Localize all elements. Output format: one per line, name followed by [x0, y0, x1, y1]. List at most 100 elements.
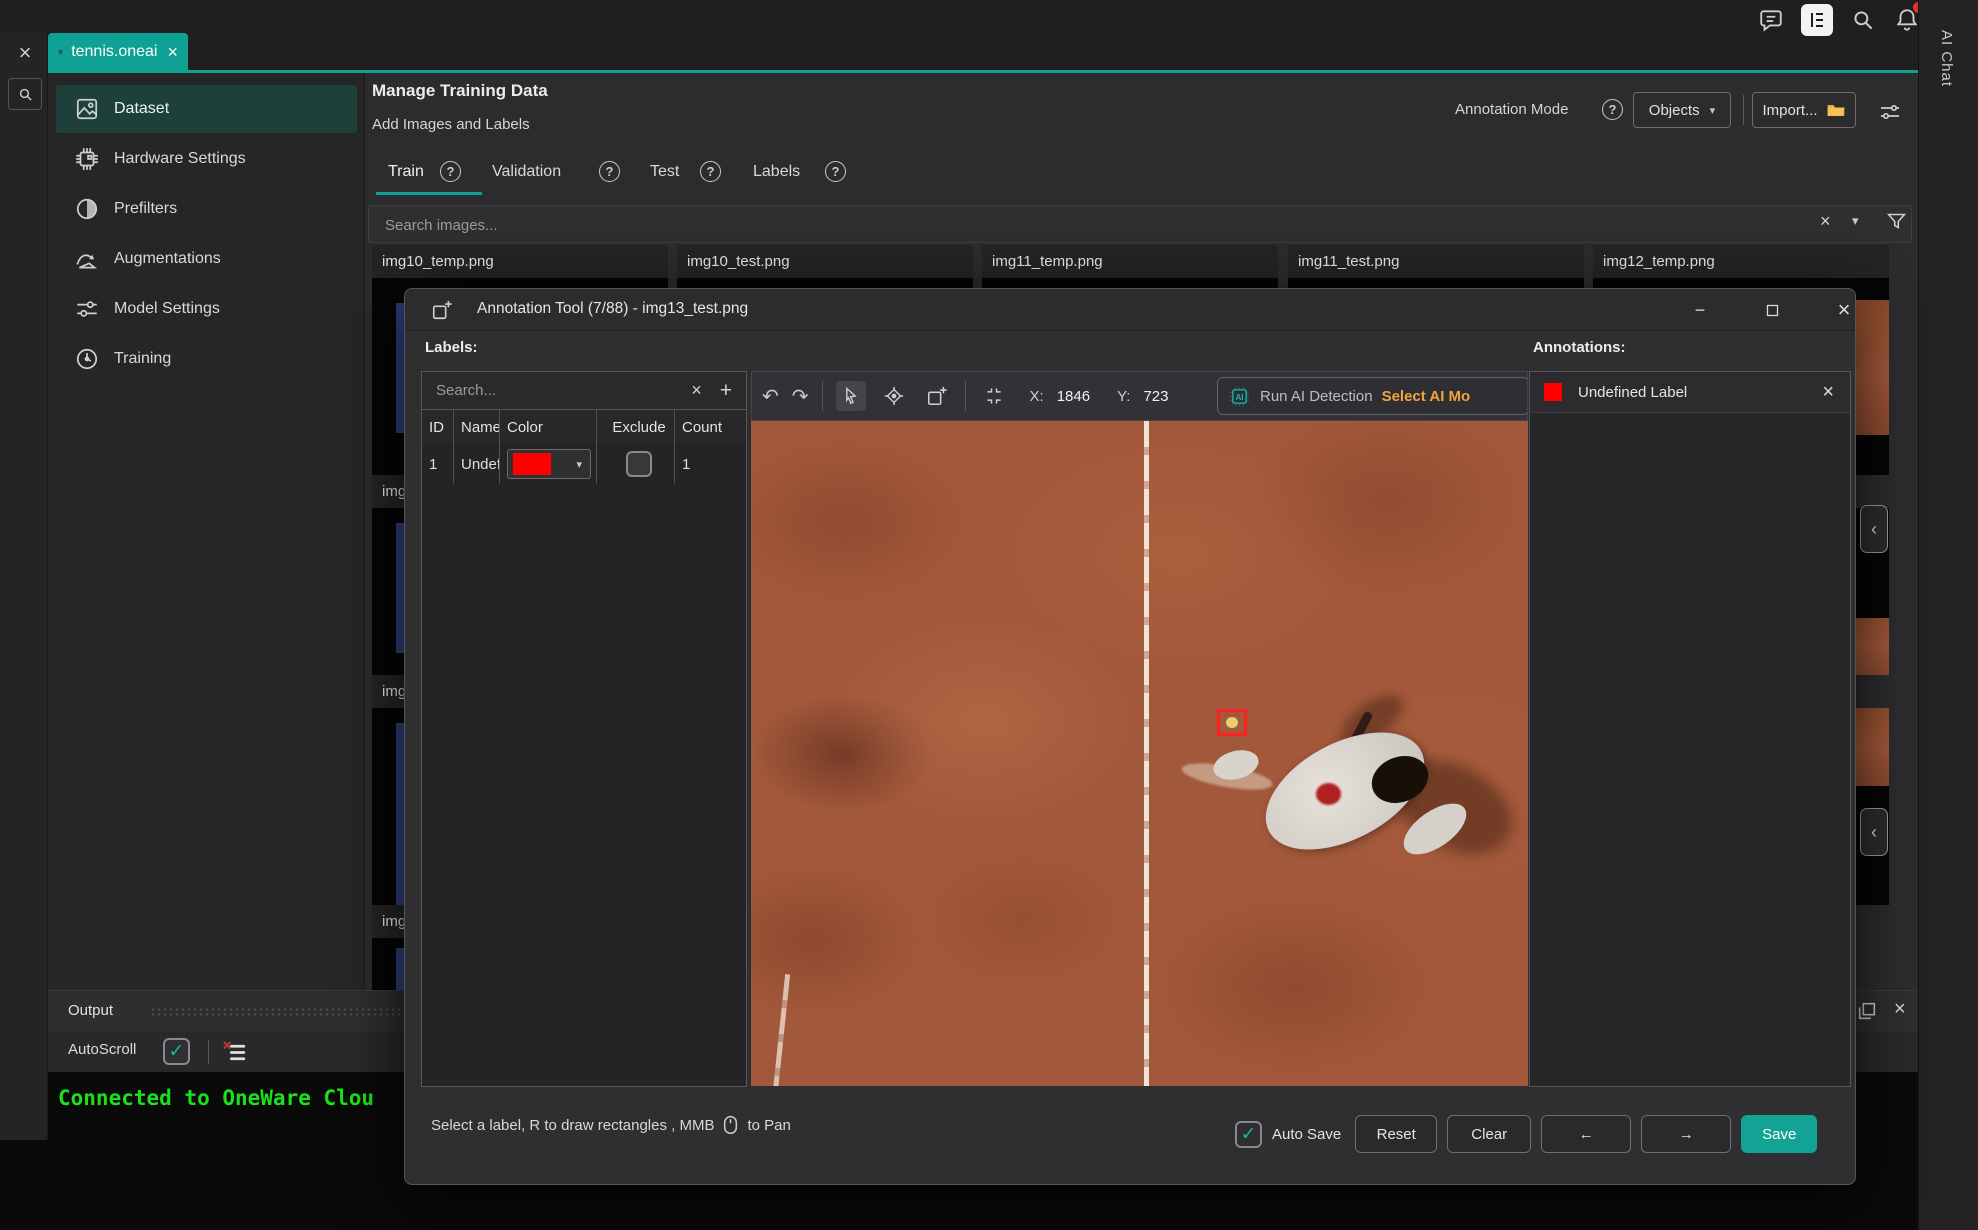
col-count[interactable]: Count: [675, 410, 746, 444]
label-name: Undefined: [454, 444, 500, 484]
tile-name[interactable]: img12_temp.png: [1593, 245, 1889, 278]
annotation-box[interactable]: [1217, 709, 1247, 736]
exclude-checkbox[interactable]: [626, 451, 652, 477]
train-tab-underline: [376, 192, 482, 195]
undo-icon[interactable]: ↶: [762, 384, 779, 409]
strip-search-button[interactable]: [8, 78, 42, 110]
tab-tennis-oneai[interactable]: AI tennis.oneai ×: [48, 33, 188, 71]
label-row[interactable]: 1 Undefined ▾ 1: [422, 444, 746, 484]
minimize-icon[interactable]: −: [1685, 295, 1715, 325]
select-ai-model-link[interactable]: Select AI Mo: [1382, 388, 1480, 405]
annotation-toolbar: ↶ ↷ X: 1846 Y: 723: [751, 371, 1528, 421]
select-tool-icon[interactable]: [836, 381, 866, 411]
popout-icon[interactable]: [1856, 1000, 1878, 1022]
annotation-list-item[interactable]: Undefined Label ×: [1530, 372, 1850, 413]
chevron-down-icon: ▾: [576, 458, 582, 471]
sidebar-item-label: Training: [114, 350, 171, 368]
output-title: Output: [68, 1002, 113, 1019]
color-dropdown[interactable]: ▾: [507, 449, 591, 479]
labels-clear-search-icon[interactable]: ×: [691, 380, 702, 401]
sidebar-item-hardware-settings[interactable]: Hardware Settings: [56, 135, 357, 183]
autoscroll-checkbox[interactable]: ✓: [163, 1038, 190, 1065]
tab-close-icon[interactable]: ×: [167, 42, 178, 63]
clear-button[interactable]: Clear: [1447, 1115, 1531, 1153]
tab-train[interactable]: Train: [388, 163, 424, 181]
annotation-mode-dropdown[interactable]: Objects ▾: [1633, 92, 1731, 128]
annotation-canvas[interactable]: [751, 421, 1528, 1086]
tab-test[interactable]: Test: [650, 163, 679, 181]
tab-labels[interactable]: Labels: [753, 163, 800, 181]
console-corner: [0, 1140, 48, 1230]
clear-search-icon[interactable]: ×: [1820, 211, 1831, 232]
filter-circles-icon: [74, 196, 100, 222]
col-exclude[interactable]: Exclude: [597, 410, 675, 444]
test-help-icon[interactable]: ?: [700, 161, 721, 182]
console-line: Connected to OneWare Clou: [58, 1086, 374, 1110]
reset-button[interactable]: Reset: [1355, 1115, 1437, 1153]
filter-icon[interactable]: [1886, 211, 1907, 232]
delete-annotation-icon[interactable]: ×: [1822, 381, 1834, 404]
col-name[interactable]: Name: [454, 410, 500, 444]
import-button[interactable]: Import...: [1752, 92, 1856, 128]
output-close-icon[interactable]: ×: [1894, 998, 1906, 1021]
tab-validation[interactable]: Validation: [492, 163, 561, 181]
labels-help-icon[interactable]: ?: [825, 161, 846, 182]
auto-save-label: Auto Save: [1272, 1126, 1341, 1143]
annotation-mode-value: Objects: [1649, 102, 1700, 119]
add-rectangle-icon[interactable]: [922, 381, 952, 411]
tile-name[interactable]: img10_temp.png: [372, 245, 668, 278]
tile-prev-icon[interactable]: ‹: [1860, 808, 1888, 856]
maximize-icon[interactable]: [1757, 295, 1787, 325]
dialog-close-icon[interactable]: ×: [1829, 295, 1859, 325]
sidebar-item-dataset[interactable]: Dataset: [56, 85, 357, 133]
tile-prev-icon[interactable]: ‹: [1860, 505, 1888, 553]
fit-view-icon[interactable]: [979, 381, 1009, 411]
search-icon[interactable]: [1847, 4, 1879, 36]
ai-chat-label[interactable]: AI Chat: [1938, 30, 1955, 150]
add-label-icon[interactable]: +: [720, 379, 732, 403]
augment-arrow-icon: [74, 246, 100, 272]
strip-close-icon[interactable]: ×: [12, 40, 38, 66]
tile-name[interactable]: img10_test.png: [677, 245, 973, 278]
import-label: Import...: [1762, 102, 1817, 119]
annotation-tool-dialog: Annotation Tool (7/88) - img13_test.png …: [404, 288, 1856, 1185]
sidebar-item-model-settings[interactable]: Model Settings: [56, 285, 357, 333]
chat-icon[interactable]: [1755, 4, 1787, 36]
labels-search-input[interactable]: [434, 381, 638, 400]
auto-save-checkbox[interactable]: ✓: [1235, 1121, 1262, 1148]
image-search-input[interactable]: [383, 209, 1687, 241]
court-center-line: [1144, 421, 1149, 1086]
validation-help-icon[interactable]: ?: [599, 161, 620, 182]
autoscroll-label: AutoScroll: [68, 1041, 136, 1058]
hint-text: Select a label, R to draw rectangles , M…: [431, 1117, 714, 1134]
sidebar-item-augmentations[interactable]: Augmentations: [56, 235, 357, 283]
run-ai-detection-button[interactable]: AI Run AI Detection Select AI Mo: [1217, 377, 1528, 415]
footer-actions: ✓ Auto Save Reset Clear ← → Save: [1235, 1115, 1817, 1153]
col-id[interactable]: ID: [422, 410, 454, 444]
app-window: AI Chat × AI tennis.oneai × Dataset Hard…: [0, 0, 1978, 1230]
clear-console-icon[interactable]: [222, 1040, 247, 1065]
label-exclude-cell: [597, 444, 675, 484]
sidebar-item-training[interactable]: Training: [56, 335, 357, 383]
label-color-cell: ▾: [500, 444, 597, 484]
check-icon: ✓: [169, 1042, 185, 1061]
annotation-mode-help-icon[interactable]: ?: [1602, 99, 1623, 120]
layout-list-icon[interactable]: [1801, 4, 1833, 36]
sidebar-item-label: Prefilters: [114, 200, 177, 218]
train-help-icon[interactable]: ?: [440, 161, 461, 182]
prev-image-button[interactable]: ←: [1541, 1115, 1631, 1153]
save-button[interactable]: Save: [1741, 1115, 1817, 1153]
tile-name[interactable]: img11_temp.png: [982, 245, 1278, 278]
sidebar-item-label: Model Settings: [114, 300, 220, 318]
pan-tool-icon[interactable]: [879, 381, 909, 411]
mouse-icon: [722, 1115, 739, 1135]
labels-heading: Labels:: [425, 339, 478, 356]
sidebar-item-prefilters[interactable]: Prefilters: [56, 185, 357, 233]
view-options-icon[interactable]: [1878, 100, 1902, 124]
next-image-button[interactable]: →: [1641, 1115, 1731, 1153]
col-color[interactable]: Color: [500, 410, 597, 444]
redo-icon[interactable]: ↷: [792, 384, 809, 409]
tile-name[interactable]: img11_test.png: [1288, 245, 1584, 278]
labels-panel: × + ID Name Color Exclude Count 1 Undefi…: [421, 371, 747, 1087]
search-dropdown-icon[interactable]: ▾: [1852, 213, 1859, 229]
